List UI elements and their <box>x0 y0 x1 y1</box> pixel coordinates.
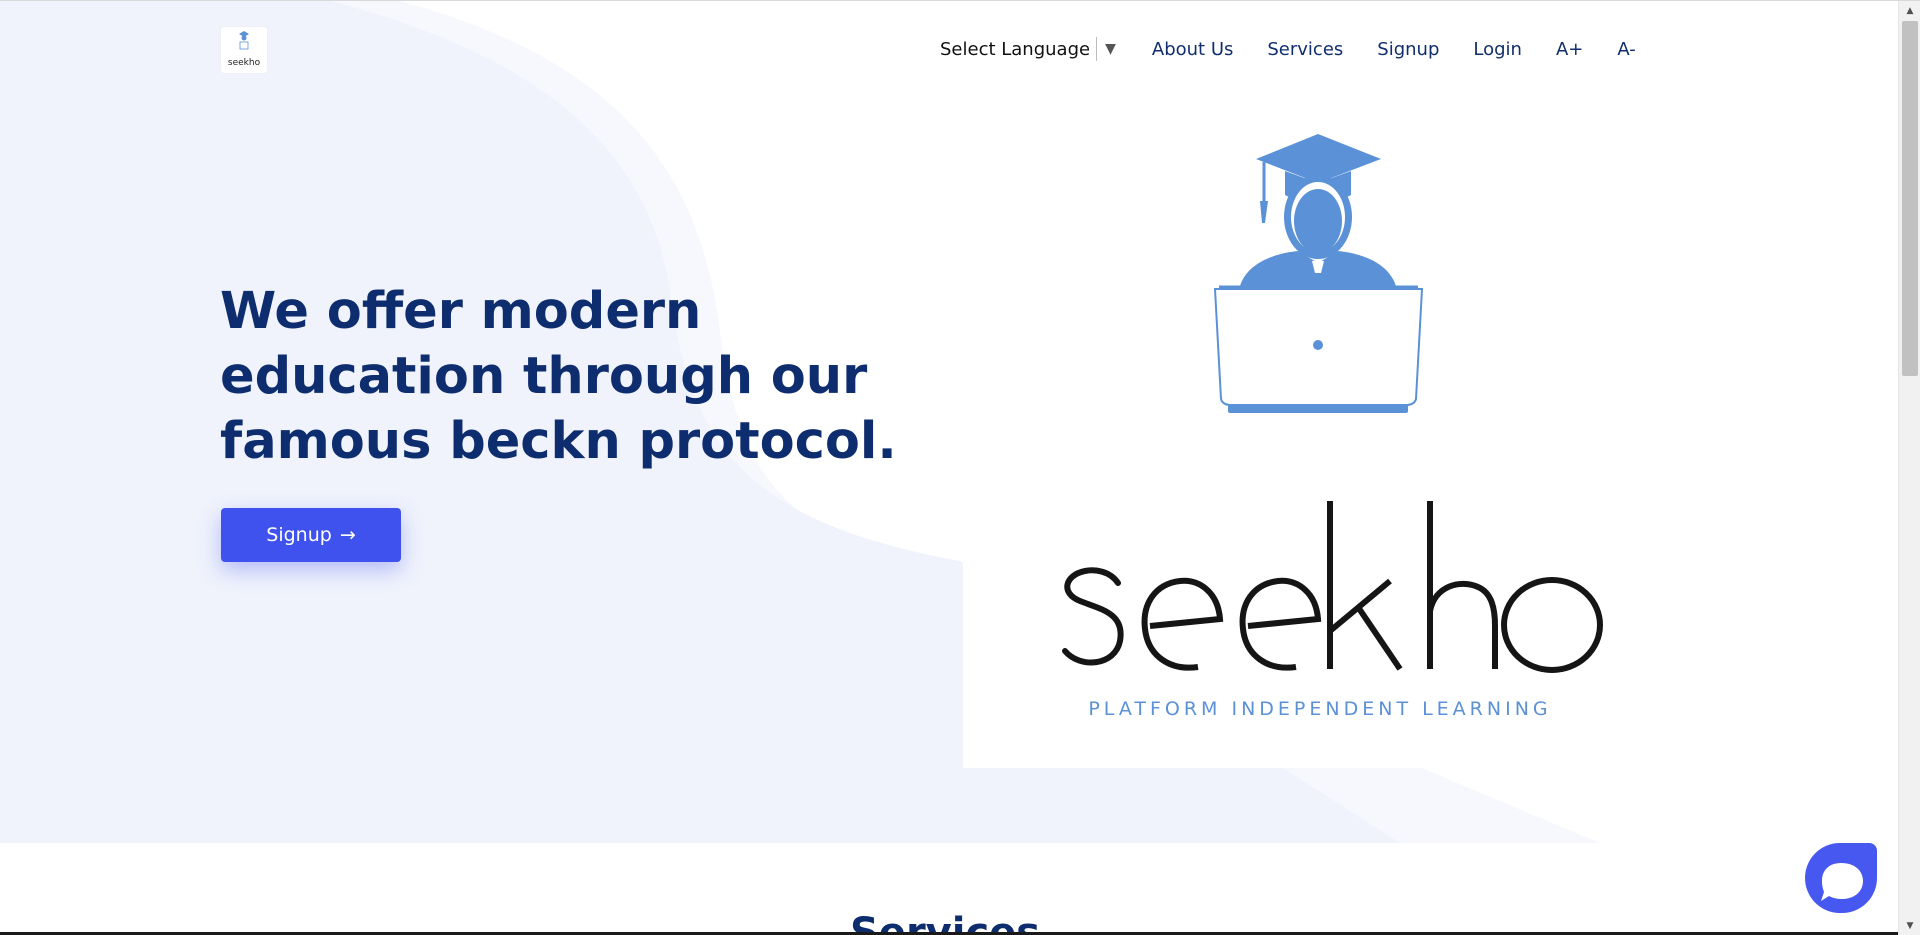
hero-signup-button[interactable]: Signup → <box>221 508 401 562</box>
chat-widget-button[interactable] <box>1805 843 1877 913</box>
brand-tagline: PLATFORM INDEPENDENT LEARNING <box>1088 698 1552 720</box>
logo-text: seekho <box>227 58 261 68</box>
site-logo[interactable]: seekho <box>221 27 267 73</box>
arrow-right-icon: → <box>339 524 356 546</box>
font-decrease-button[interactable]: A- <box>1617 39 1635 60</box>
font-increase-button[interactable]: A+ <box>1556 39 1583 60</box>
scroll-down-icon[interactable]: ▼ <box>1899 918 1920 934</box>
nav-services-link[interactable]: Services <box>1267 39 1343 60</box>
hero-heading: We offer modern education through our fa… <box>220 282 897 471</box>
nav-about-link[interactable]: About Us <box>1152 39 1234 60</box>
chat-icon <box>1821 863 1863 901</box>
graduate-laptop-icon <box>1213 134 1424 413</box>
language-select[interactable]: Select Language ▼ <box>940 37 1116 61</box>
language-select-label: Select Language <box>940 38 1091 60</box>
seekho-wordmark-logo <box>1062 501 1603 673</box>
top-nav: Select Language ▼ About Us Services Sign… <box>940 34 1636 64</box>
hero-signup-label: Signup <box>266 524 332 546</box>
language-select-divider <box>1096 37 1098 61</box>
page-scrollbar[interactable]: ▲ ▼ <box>1898 1 1920 935</box>
scroll-up-icon[interactable]: ▲ <box>1899 3 1920 19</box>
nav-login-link[interactable]: Login <box>1473 39 1522 60</box>
chevron-down-icon: ▼ <box>1105 41 1116 57</box>
graduate-logo-icon <box>239 31 249 50</box>
scrollbar-thumb[interactable] <box>1902 21 1918 376</box>
page: seekho Select Language ▼ About Us Servic… <box>0 0 1920 935</box>
nav-signup-link[interactable]: Signup <box>1377 39 1439 60</box>
